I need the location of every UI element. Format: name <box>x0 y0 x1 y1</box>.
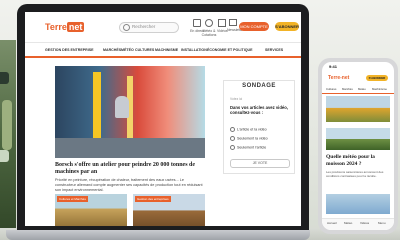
hero-image[interactable] <box>55 66 205 158</box>
site-logo[interactable]: Terre net <box>45 22 85 32</box>
nav-item-marches[interactable]: MARCHÉS <box>103 48 121 52</box>
nav-item-installation[interactable]: INSTALLATION <box>181 48 207 52</box>
poll-option[interactable]: Seulement la vidéo <box>230 136 268 141</box>
laptop-base <box>6 230 310 240</box>
phone-article-lede: Les prévisions saisonnières annoncent de… <box>326 170 384 178</box>
logo-accent: net <box>66 22 85 32</box>
live-icon <box>193 19 201 27</box>
poll-option-label: Seulement l'article <box>237 145 267 150</box>
mail-icon <box>229 19 237 26</box>
nav-item-economie[interactable]: ÉCONOMIE ET POLITIQUE <box>207 48 253 52</box>
account-button[interactable]: MON COMPTE <box>239 22 269 31</box>
poll-subtitle: Votez ici <box>230 97 243 101</box>
tab-menu[interactable]: Menu <box>378 221 386 225</box>
phone-logo[interactable]: Terre-net <box>328 75 349 81</box>
phone-nav: Cultures Marchés Météo Machinisme <box>322 87 394 94</box>
nav-item-gestion[interactable]: GESTION DES ENTREPRISE <box>45 48 94 52</box>
phone-article-headline[interactable]: Quelle météo pour la moisson 2024 ? <box>326 154 390 167</box>
tab-accueil[interactable]: Accueil <box>327 221 337 225</box>
vote-button[interactable]: JE VOTE <box>230 159 290 168</box>
phone-nav-item[interactable]: Machinisme <box>372 87 387 91</box>
weather-icon <box>205 19 213 27</box>
phone-article-image[interactable] <box>326 194 390 214</box>
phone-article-image[interactable] <box>326 128 390 150</box>
video-icon <box>218 19 226 27</box>
poll-option-label: L'article et la vidéo <box>237 127 267 132</box>
radio-icon <box>230 127 235 132</box>
radio-icon <box>230 145 235 150</box>
background-object <box>0 150 9 162</box>
tab-meteo[interactable]: Météo <box>344 221 352 225</box>
nav-item-machinisme[interactable]: MACHINISME <box>155 48 178 52</box>
poll-title: SONDAGE <box>242 83 276 89</box>
phone-tabbar: Accueil Météo Vidéos Menu <box>322 218 394 230</box>
radio-icon <box>230 136 235 141</box>
nav-item-meteo[interactable]: MÉTÉO <box>121 48 134 52</box>
phone-article-image[interactable] <box>326 96 390 122</box>
phone-nav-item[interactable]: Cultures <box>326 87 336 91</box>
hero-image-detail <box>115 96 129 118</box>
main-nav: GESTION DES ENTREPRISE MARCHÉS MÉTÉO CUL… <box>25 46 301 58</box>
hero-image-detail <box>55 138 205 158</box>
status-time: 9:41 <box>329 64 338 69</box>
search-icon <box>123 24 130 31</box>
poll-widget: SONDAGE Votez ici Dans vos articles avez… <box>223 80 295 174</box>
newsletters-shortcut[interactable]: Newsletters <box>227 19 245 32</box>
videos-shortcut[interactable]: Vidéos <box>217 19 228 33</box>
poll-option[interactable]: Seulement l'article <box>230 145 266 150</box>
background-plant <box>0 40 16 240</box>
article-thumbnail[interactable]: Gestion des entreprises <box>133 194 205 226</box>
article-lede: Priorité en peinture, récupération de ch… <box>55 178 203 192</box>
search-input[interactable]: Rechercher <box>119 22 179 33</box>
phone-nav-item[interactable]: Marchés <box>342 87 353 91</box>
nav-item-services[interactable]: SERVICES <box>265 48 283 52</box>
site-header: Terre net Rechercher En direct Météo & Co… <box>25 12 301 43</box>
weather-shortcut[interactable]: Météo & Cotations <box>201 19 217 37</box>
phone-subscribe-button[interactable]: S'ABONNER <box>366 75 388 81</box>
search-placeholder: Rechercher <box>132 24 156 29</box>
poll-option[interactable]: L'article et la vidéo <box>230 127 267 132</box>
tab-videos[interactable]: Vidéos <box>360 221 369 225</box>
phone-header: Terre-net S'ABONNER <box>322 72 394 86</box>
poll-option-label: Seulement la vidéo <box>237 136 268 141</box>
weather-label: Météo & Cotations <box>201 29 217 37</box>
nav-item-cultures[interactable]: CULTURES <box>135 48 154 52</box>
phone-nav-item[interactable]: Météo <box>358 87 366 91</box>
laptop-screen: Terre net Rechercher En direct Météo & Co… <box>25 12 301 226</box>
status-bar: 9:41 <box>322 62 394 70</box>
logo-text: Terre <box>45 22 67 32</box>
phone-screen: 9:41 Terre-net S'ABONNER Cultures Marché… <box>322 62 394 230</box>
category-tag: Cultures et Marchés <box>57 196 88 202</box>
article-headline[interactable]: Borsch s'offre un atelier pour peindre 2… <box>55 162 205 176</box>
background-object <box>0 72 9 84</box>
poll-question: Dans vos articles avez vidéo, consultez-… <box>230 105 288 115</box>
subscribe-button[interactable]: S'ABONNER <box>275 22 299 31</box>
article-thumbnail[interactable]: Cultures et Marchés <box>55 194 127 226</box>
category-tag: Gestion des entreprises <box>135 196 171 202</box>
smartphone: 9:41 Terre-net S'ABONNER Cultures Marché… <box>318 58 398 234</box>
laptop: Terre net Rechercher En direct Météo & Co… <box>17 4 309 234</box>
